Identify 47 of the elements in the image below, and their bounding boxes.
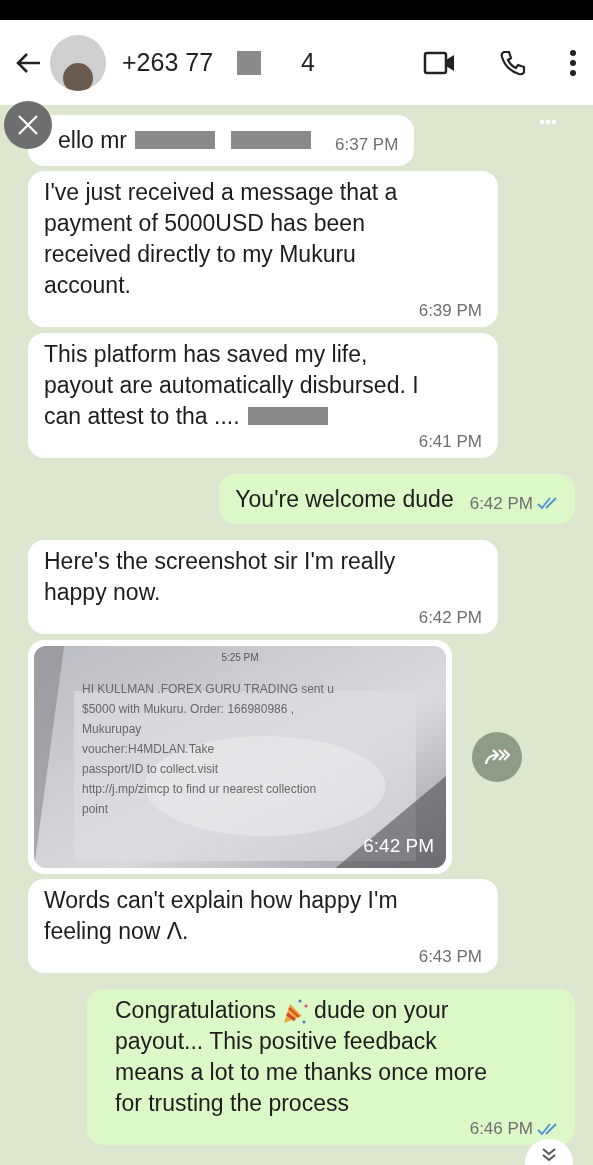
video-call-icon[interactable] — [423, 49, 457, 76]
message-text: Here's the screenshot sir I'm really — [44, 547, 396, 576]
message-text: payout are automatically disbursed. I — [44, 370, 419, 400]
message-text: for trusting the process — [115, 1089, 349, 1118]
message-time: 6:41 PM — [418, 431, 482, 452]
more-dots-icon[interactable] — [539, 119, 557, 125]
message-text: Words can't explain how happy I'm — [44, 886, 398, 915]
close-button[interactable] — [4, 101, 52, 149]
back-arrow-icon[interactable] — [16, 51, 42, 74]
message-text: You're welcome dude — [235, 484, 454, 514]
message-text: feeling now Λ. — [44, 917, 189, 946]
sms-text: passport/ID to collect.visit — [82, 761, 220, 778]
message-text: I've just received a message that a — [44, 177, 398, 207]
sms-text: Mukurupay — [82, 721, 143, 738]
double-chevron-down-icon — [541, 1147, 557, 1163]
sms-text: $5000 with Mukuru. Order: 166980986 , — [82, 701, 296, 718]
message-time: 6:42 PM — [469, 492, 533, 515]
contact-name: 4 — [301, 46, 315, 78]
message-time: 6:37 PM — [335, 134, 399, 156]
message-text: dude on your — [314, 996, 449, 1025]
message-text: payment of 5000USD has been — [44, 208, 365, 238]
message-time: 6:43 PM — [418, 947, 482, 967]
message-time: 6:46 PM — [469, 1119, 533, 1139]
message-text: payout... This positive feedback — [115, 1027, 437, 1056]
message-text: received directly to my Mukuru — [44, 239, 356, 269]
sms-text: http://j.mp/zimcp to find ur nearest collection — [82, 781, 318, 798]
close-icon — [17, 114, 39, 136]
forward-button[interactable] — [472, 732, 522, 782]
forward-icon — [483, 747, 511, 767]
phone-icon[interactable] — [499, 48, 527, 77]
message-text: can attest to tha .... — [44, 401, 240, 431]
sms-text: point — [82, 801, 110, 818]
message-text: account. — [44, 270, 131, 300]
message-text: Congratulations — [115, 996, 277, 1025]
sms-text: HI KULLMAN .FOREX GURU TRADING sent u — [82, 681, 335, 698]
message-text: happy now. — [44, 578, 161, 607]
message-time: 6:42 PM — [363, 833, 434, 858]
image-time: 5:25 PM — [221, 651, 259, 665]
message-text: ello mr — [58, 126, 127, 155]
message-text: This platform has saved my life, — [44, 339, 368, 369]
contact-name[interactable]: +263 77 — [122, 43, 214, 82]
message-text: means a lot to me thanks once more — [115, 1058, 488, 1087]
message-time: 6:39 PM — [418, 300, 482, 321]
more-options-icon[interactable] — [569, 48, 577, 77]
sms-text: voucher:H4MDLAN.Take — [82, 741, 216, 758]
message-time: 6:42 PM — [418, 608, 482, 628]
redaction-block — [237, 50, 262, 75]
